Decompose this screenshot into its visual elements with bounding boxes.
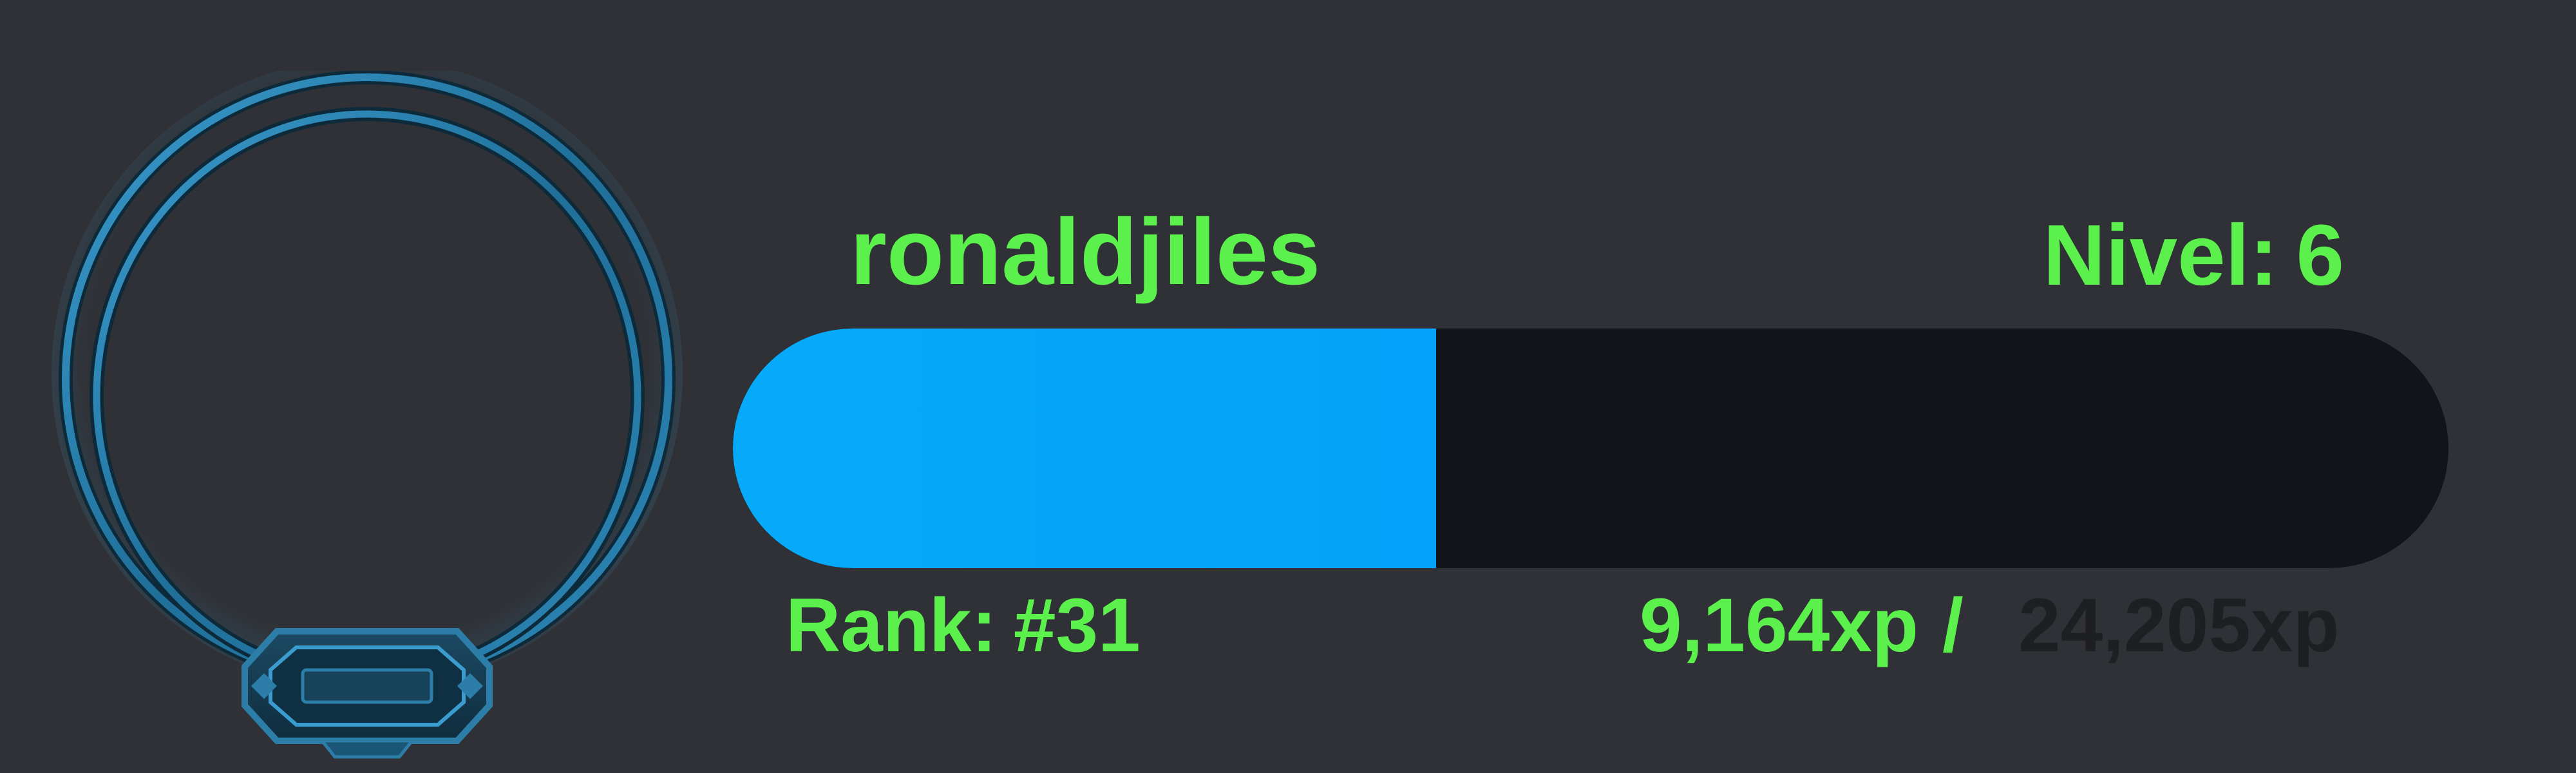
level-label: Nivel:: [2043, 207, 2278, 303]
xp-progress-bar: [733, 329, 2448, 568]
username: ronaldjiles: [850, 199, 1321, 304]
level-display: Nivel: 6: [2043, 213, 2344, 299]
xp-progress-fill: [733, 329, 1437, 568]
rank-label: Rank:: [786, 583, 997, 668]
xp-current: 9,164xp: [1640, 583, 1918, 668]
xp-separator: /: [1942, 583, 1964, 668]
level-value: 6: [2296, 207, 2344, 303]
rank-display: Rank: #31: [786, 587, 1141, 663]
rank-value: #31: [1013, 583, 1141, 668]
avatar-frame-icon: [52, 58, 683, 760]
xp-total: 24,205xp: [2018, 583, 2340, 668]
rank-card: ronaldjiles Nivel: 6 Rank: #31 9,164xp / 2…: [0, 0, 2576, 773]
